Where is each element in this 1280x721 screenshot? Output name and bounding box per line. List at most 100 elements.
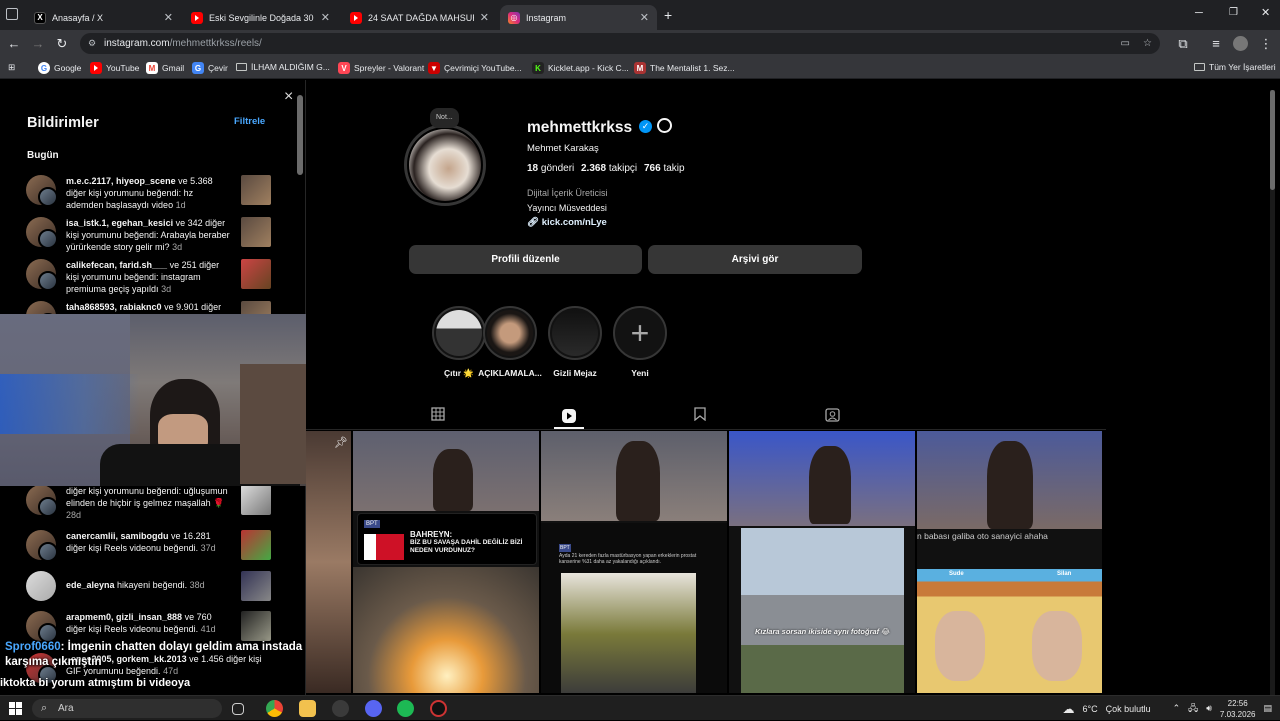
volume-icon[interactable]: 🔊︎ bbox=[1206, 703, 1212, 714]
close-tab-icon[interactable]: ✕ bbox=[480, 11, 489, 24]
profile-avatar-icon[interactable] bbox=[1233, 36, 1248, 51]
bookmark-youtube[interactable]: YouTube bbox=[90, 62, 139, 74]
notification-item[interactable]: calikefecan, farid.sh___ ve 251 diğer ki… bbox=[26, 259, 271, 295]
notification-item[interactable]: m.e.c.2117, hiyeop_scene ve 5.368 diğer … bbox=[26, 175, 271, 211]
taskbar-search[interactable]: ⌕ Ara bbox=[32, 699, 222, 718]
view-archive-button[interactable]: Arşivi gör bbox=[648, 245, 862, 274]
highlight-new[interactable]: + Yeni bbox=[600, 306, 680, 378]
followers-stat[interactable]: 2.368 takipçi bbox=[581, 163, 637, 174]
forward-icon[interactable]: → bbox=[30, 36, 46, 52]
notification-item[interactable]: ede_aleyna hikayeni beğendi. 38d bbox=[26, 571, 271, 601]
tab-search-icon[interactable] bbox=[6, 8, 18, 20]
tab-tagged[interactable] bbox=[817, 405, 847, 423]
following-stat[interactable]: 766 takip bbox=[644, 163, 685, 174]
minimize-button[interactable]: ─ bbox=[1195, 7, 1203, 19]
address-bar[interactable]: ⚙ instagram.com/mehmettkrkss/reels/ ▭ ☆ bbox=[80, 33, 1160, 54]
notification-item[interactable]: isa_istk.1, egehan_kesici ve 342 diğer k… bbox=[26, 217, 271, 253]
bookmark-translate[interactable]: G Çevir bbox=[192, 62, 228, 74]
spotify-icon[interactable] bbox=[397, 700, 414, 717]
notification-users[interactable]: taha868593, rabiaknc0 bbox=[66, 302, 162, 312]
bookmark-google[interactable]: G Google bbox=[38, 62, 81, 74]
file-explorer-icon[interactable] bbox=[299, 700, 316, 717]
story-thumbnail[interactable] bbox=[241, 571, 271, 601]
chat-line: iktokta bi yorum atmıştım bi videoya bbox=[0, 677, 191, 689]
section-today: Bugün bbox=[27, 150, 59, 161]
page-scrollbar-thumb[interactable] bbox=[1270, 90, 1275, 190]
network-icon[interactable]: 🖧︎ bbox=[1188, 701, 1198, 717]
reload-icon[interactable]: ↻ bbox=[54, 36, 70, 52]
weather-temp[interactable]: 6°C bbox=[1082, 704, 1097, 714]
notifications-scrollbar[interactable] bbox=[297, 95, 303, 175]
notification-item[interactable]: diğer kişi yorumunu beğendi: uğluşumun e… bbox=[26, 485, 271, 521]
posts-stat[interactable]: 18 gönderi bbox=[527, 163, 574, 174]
bookmark-spreyler[interactable]: V Spreyler - Valorant bbox=[338, 62, 424, 74]
reel-tile[interactable]: BPT BAHREYN: BİZ BU SAVAŞA DAHİL DEĞİLİZ … bbox=[353, 431, 541, 695]
bookmark-star-icon[interactable]: ☆ bbox=[1143, 33, 1152, 54]
post-thumbnail[interactable] bbox=[241, 175, 271, 205]
filter-link[interactable]: Filtrele bbox=[234, 116, 265, 127]
close-tab-icon[interactable]: ✕ bbox=[164, 11, 173, 24]
start-button[interactable] bbox=[9, 702, 22, 715]
close-tab-icon[interactable]: ✕ bbox=[640, 11, 649, 24]
bookmark-cevrimici[interactable]: ▼ Çevrimiçi YouTube... bbox=[428, 62, 522, 74]
reel-tile[interactable]: 📌︎ bbox=[306, 431, 353, 695]
tab-saved[interactable] bbox=[685, 405, 715, 423]
notification-users[interactable]: isa_istk.1, egehan_kesici bbox=[66, 218, 173, 228]
notification-users[interactable]: m.e.c.2117, hiyeop_scene bbox=[66, 176, 176, 186]
tab-youtube-2[interactable]: 24 SAAT DAĞDA MAHSUR KAL ✕ bbox=[342, 5, 497, 30]
notification-users[interactable]: calikefecan, farid.sh___ bbox=[66, 260, 167, 270]
tab-posts[interactable] bbox=[423, 405, 453, 423]
post-thumbnail[interactable] bbox=[241, 611, 271, 641]
reel-tile[interactable]: BPT Ayda 21 kereden fazla mastürbasyon y… bbox=[541, 431, 729, 695]
edit-profile-button[interactable]: Profili düzenle bbox=[409, 245, 642, 274]
tab-youtube-1[interactable]: Eski Sevgilinle Doğada 30 Gün ✕ bbox=[183, 5, 338, 30]
notification-item[interactable]: arapmem0, gizli_insan_888 ve 760 diğer k… bbox=[26, 611, 271, 643]
clock[interactable]: 22:56 7.03.2026 bbox=[1220, 698, 1256, 720]
bookmark-kicklet[interactable]: K Kicklet.app - Kick C... bbox=[532, 62, 629, 74]
bookmark-mentalist[interactable]: M The Mentalist 1. Sez... bbox=[634, 62, 735, 74]
task-view-icon[interactable] bbox=[232, 703, 244, 715]
notification-users[interactable]: arapmem0, gizli_insan_888 bbox=[66, 612, 182, 622]
apps-grid-icon[interactable]: ⊞ bbox=[8, 62, 15, 73]
post-thumbnail[interactable] bbox=[241, 259, 271, 289]
close-window-button[interactable]: ✕ bbox=[1261, 6, 1270, 19]
tab-x[interactable]: X Anasayfa / X ✕ bbox=[26, 5, 181, 30]
tab-instagram[interactable]: ◎ Instagram ✕ bbox=[500, 5, 657, 30]
notification-time: 1d bbox=[175, 200, 186, 210]
bookmark-gmail[interactable]: M Gmail bbox=[146, 62, 184, 74]
cast-icon[interactable]: ▭ bbox=[1121, 33, 1130, 54]
menu-icon[interactable]: ⋮ bbox=[1258, 36, 1274, 52]
posts-count: 18 bbox=[527, 163, 539, 174]
extensions-icon[interactable]: ⧉ bbox=[1175, 36, 1191, 52]
discord-icon[interactable] bbox=[365, 700, 382, 717]
bookmark-folder-ilham[interactable]: İLHAM ALDIĞIM G... bbox=[236, 62, 330, 72]
tab-reels[interactable] bbox=[554, 405, 584, 429]
settings-gear-icon[interactable] bbox=[657, 118, 672, 133]
post-thumbnail[interactable] bbox=[241, 485, 271, 515]
reel-tile[interactable]: Kızlara sorsan ikiside aynı fotoğraf 😂 bbox=[729, 431, 917, 695]
all-bookmarks[interactable]: Tüm Yer İşaretleri bbox=[1194, 62, 1276, 72]
reel-tile[interactable]: n babası galiba oto sanayici ahaha Sude … bbox=[917, 431, 1104, 695]
notification-item[interactable]: canercamlii, samibogdu ve 16.281 diğer k… bbox=[26, 530, 271, 562]
back-icon[interactable]: ← bbox=[6, 36, 22, 52]
new-tab-button[interactable]: + bbox=[664, 7, 672, 23]
app-icon[interactable] bbox=[332, 700, 349, 717]
maximize-button[interactable]: ❐ bbox=[1229, 7, 1238, 18]
chevron-up-icon[interactable]: ⌃ bbox=[1173, 703, 1181, 714]
weather-text[interactable]: Çok bulutlu bbox=[1106, 704, 1151, 714]
profile-picture[interactable] bbox=[404, 124, 486, 206]
post-thumbnail[interactable] bbox=[241, 530, 271, 560]
notification-center-icon[interactable]: ▤ bbox=[1263, 703, 1272, 714]
notification-users[interactable]: ede_aleyna bbox=[66, 580, 115, 590]
followers-count: 2.368 bbox=[581, 163, 607, 174]
chrome-icon[interactable] bbox=[266, 700, 283, 717]
obs-icon[interactable] bbox=[430, 700, 447, 717]
close-tab-icon[interactable]: ✕ bbox=[321, 11, 330, 24]
notification-users[interactable]: canercamlii, samibogdu bbox=[66, 531, 169, 541]
post-thumbnail[interactable] bbox=[241, 217, 271, 247]
media-icon[interactable]: ≡ bbox=[1208, 36, 1224, 52]
close-icon[interactable]: × bbox=[284, 88, 293, 106]
note-bubble[interactable]: Not... bbox=[430, 108, 459, 128]
profile-link[interactable]: 🔗︎ kick.com/nLye bbox=[527, 217, 607, 228]
site-info-icon[interactable]: ⚙ bbox=[88, 33, 96, 54]
